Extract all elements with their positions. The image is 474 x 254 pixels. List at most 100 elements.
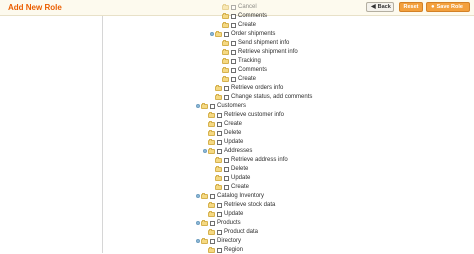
tree-node-label: Create [231, 184, 250, 190]
tree-node-label: Delete [224, 130, 242, 136]
tree-node[interactable]: Retrieve customer info [203, 111, 284, 119]
tree-node[interactable]: Cancel [217, 3, 257, 11]
permission-checkbox[interactable] [210, 238, 215, 244]
tree-connector [217, 41, 221, 45]
tree-node[interactable]: Delete [203, 129, 241, 137]
tree-node[interactable]: Create [217, 21, 256, 29]
tree-connector [210, 167, 214, 171]
folder-icon [222, 57, 229, 64]
tree-node[interactable]: Catalog Inventory [196, 192, 264, 200]
permission-checkbox[interactable] [224, 31, 229, 37]
tree-connector [217, 68, 221, 72]
tree-node[interactable]: Create [217, 75, 256, 83]
tree-node-label: Cancel [238, 4, 257, 10]
permission-checkbox[interactable] [224, 94, 229, 100]
permission-checkbox[interactable] [217, 139, 222, 145]
folder-icon [208, 147, 215, 154]
tree-node[interactable]: Update [210, 174, 250, 182]
tree-node[interactable]: Retrieve address info [210, 156, 288, 164]
permission-checkbox[interactable] [210, 220, 215, 226]
permission-checkbox[interactable] [217, 121, 222, 127]
expand-toggle-icon[interactable] [196, 194, 200, 198]
tree-node-label: Create [224, 121, 243, 127]
permission-checkbox[interactable] [217, 229, 222, 235]
tree-node[interactable]: Change status, add comments [210, 93, 312, 101]
permission-checkbox[interactable] [224, 175, 229, 181]
permission-checkbox[interactable] [224, 85, 229, 91]
permission-checkbox[interactable] [231, 49, 236, 55]
tree-node[interactable]: Retrieve stock data [203, 201, 275, 209]
tree-connector [210, 185, 214, 189]
tree-node[interactable]: Addresses [203, 147, 252, 155]
tree-node[interactable]: Update [203, 210, 243, 218]
tree-node[interactable]: Update [203, 138, 243, 146]
tree-node-label: Change status, add comments [231, 94, 313, 100]
permission-checkbox[interactable] [231, 40, 236, 46]
permission-checkbox[interactable] [231, 58, 236, 64]
permission-checkbox[interactable] [217, 202, 222, 208]
tree-node[interactable]: Create [203, 120, 242, 128]
expand-toggle-icon[interactable] [210, 32, 214, 36]
permission-checkbox[interactable] [224, 166, 229, 172]
tree-connector [217, 14, 221, 18]
tree-node-label: Create [238, 76, 257, 82]
tree-node[interactable]: Customers [196, 102, 246, 110]
folder-icon [215, 183, 222, 190]
folder-icon [215, 174, 222, 181]
permission-checkbox[interactable] [224, 157, 229, 163]
folder-icon [222, 12, 229, 19]
tree-node[interactable]: Directory [196, 237, 241, 245]
tree-node-label: Send shipment info [238, 40, 290, 46]
tree-node-label: Directory [217, 238, 242, 244]
folder-icon [208, 120, 215, 127]
permission-checkbox[interactable] [210, 193, 215, 199]
tree-node[interactable]: Delete [210, 165, 248, 173]
expand-toggle-icon[interactable] [196, 104, 200, 108]
tree-node-label: Update [224, 211, 244, 217]
tree-node[interactable]: Create [210, 183, 249, 191]
expand-toggle-icon[interactable] [196, 239, 200, 243]
permission-checkbox[interactable] [210, 103, 215, 109]
tree-node-label: Create [238, 22, 257, 28]
permission-checkbox[interactable] [231, 4, 236, 10]
tree-connector [210, 86, 214, 90]
permission-checkbox[interactable] [231, 67, 236, 73]
tree-node[interactable]: Retrieve orders info [210, 84, 283, 92]
folder-icon [201, 237, 208, 244]
tree-connector [217, 5, 221, 9]
expand-toggle-icon[interactable] [203, 149, 207, 153]
tree-node[interactable]: Order shipments [210, 30, 275, 38]
tree-node[interactable]: Comments [217, 66, 267, 74]
folder-icon [208, 246, 215, 253]
permission-checkbox[interactable] [217, 211, 222, 217]
folder-icon [222, 21, 229, 28]
permission-checkbox[interactable] [217, 112, 222, 118]
tree-node[interactable]: Products [196, 219, 241, 227]
tree-connector [203, 203, 207, 207]
permission-checkbox[interactable] [231, 22, 236, 28]
tree-connector [210, 176, 214, 180]
permission-checkbox[interactable] [231, 13, 236, 19]
folder-icon [201, 102, 208, 109]
folder-icon [208, 138, 215, 145]
folder-icon [208, 201, 215, 208]
folder-icon [222, 39, 229, 46]
tree-connector [203, 140, 207, 144]
tree-node[interactable]: Tracking [217, 57, 261, 65]
permission-checkbox[interactable] [231, 76, 236, 82]
tree-node[interactable]: Send shipment info [217, 39, 289, 47]
tree-node[interactable]: Product data [203, 228, 258, 236]
tree-node[interactable]: Comments [217, 12, 267, 20]
permission-checkbox[interactable] [217, 130, 222, 136]
expand-toggle-icon[interactable] [196, 221, 200, 225]
tree-node-label: Product data [224, 229, 259, 235]
tree-connector [217, 59, 221, 63]
folder-icon [215, 156, 222, 163]
permission-checkbox[interactable] [217, 148, 222, 154]
permission-checkbox[interactable] [217, 247, 222, 253]
folder-icon [201, 219, 208, 226]
permission-checkbox[interactable] [224, 184, 229, 190]
tree-connector [217, 50, 221, 54]
tree-node[interactable]: Retrieve shipment info [217, 48, 298, 56]
folder-icon [215, 84, 222, 91]
